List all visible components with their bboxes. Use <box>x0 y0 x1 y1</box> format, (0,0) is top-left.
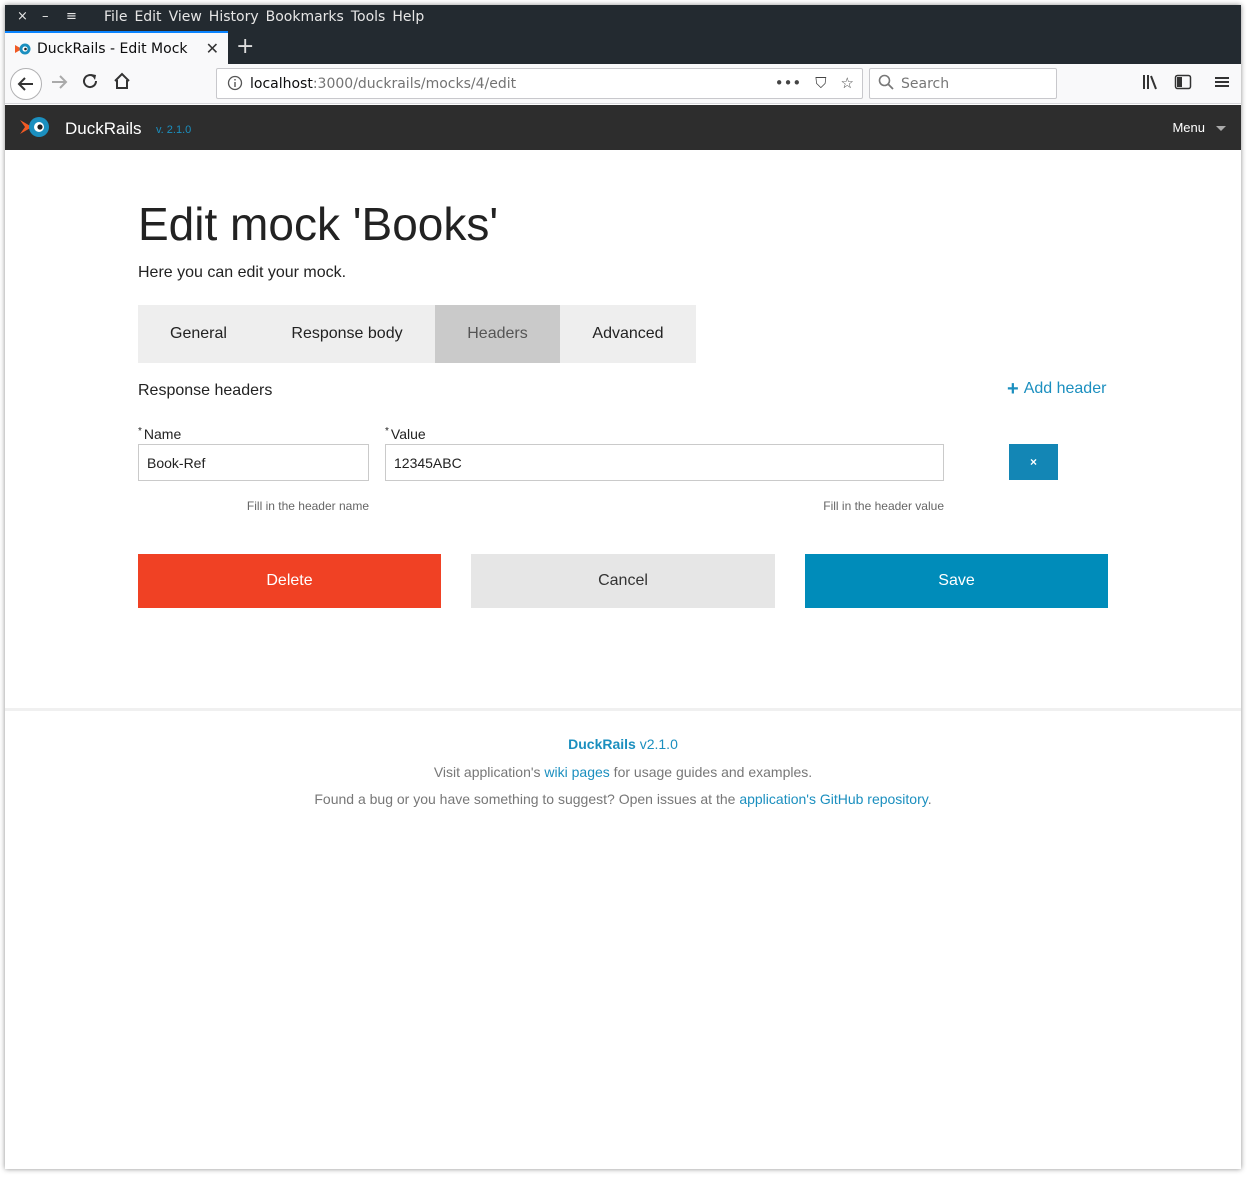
url-actions: ••• ⛉ ☆ <box>775 74 854 92</box>
header-name-help: Fill in the header name <box>246 499 369 513</box>
header-value-help: Fill in the header value <box>823 499 944 513</box>
menu-view[interactable]: View <box>169 9 202 25</box>
title-bar: × – ≡ File Edit View History Bookmarks T… <box>5 5 1241 31</box>
menu-tools[interactable]: Tools <box>351 9 386 25</box>
footer-wiki-line: Visit application's wiki pages for usage… <box>5 764 1241 780</box>
required-mark: * <box>138 426 142 437</box>
nav-toolbar: localhost:3000/duckrails/mocks/4/edit ••… <box>5 64 1241 104</box>
app-navbar: DuckRails v. 2.1.0 Menu <box>5 105 1241 150</box>
pocket-icon[interactable]: ⛉ <box>815 74 826 92</box>
delete-button[interactable]: Delete <box>138 554 441 608</box>
menu-history[interactable]: History <box>209 9 259 25</box>
caret-down-icon[interactable] <box>1216 126 1226 131</box>
app-version: v. 2.1.0 <box>156 124 192 136</box>
tab-strip: DuckRails - Edit Mock ✕ + <box>5 31 1241 64</box>
header-value-input[interactable] <box>385 444 944 481</box>
header-name-label: * Name <box>138 426 181 442</box>
save-button[interactable]: Save <box>805 554 1108 608</box>
tab-advanced[interactable]: Advanced <box>560 305 696 363</box>
search-input[interactable]: Search <box>901 76 949 92</box>
page-subtitle: Here you can edit your mock. <box>138 264 347 281</box>
tab-general[interactable]: General <box>138 305 259 363</box>
footer-github-line: Found a bug or you have something to sug… <box>5 791 1241 807</box>
add-header-label: Add header <box>1023 380 1107 397</box>
url-path: :3000/duckrails/mocks/4/edit <box>312 76 517 92</box>
menu-edit[interactable]: Edit <box>134 9 161 25</box>
footer-wiki-pre: Visit application's <box>433 764 545 780</box>
remove-header-button[interactable]: × <box>1009 444 1058 480</box>
mock-tabs: General Response body Headers Advanced <box>138 305 696 363</box>
app-name[interactable]: DuckRails <box>65 119 142 139</box>
footer-divider <box>5 708 1241 711</box>
duckrails-logo-icon[interactable] <box>20 114 50 140</box>
menu-bookmarks[interactable]: Bookmarks <box>266 9 344 25</box>
url-text: localhost:3000/duckrails/mocks/4/edit <box>250 76 516 92</box>
tab-title: DuckRails - Edit Mock <box>37 40 188 57</box>
page-actions-icon[interactable]: ••• <box>775 74 802 92</box>
reload-button[interactable] <box>81 72 99 95</box>
footer-version: v2.1.0 <box>639 736 678 752</box>
new-tab-button[interactable]: + <box>236 34 254 59</box>
browser-tab[interactable]: DuckRails - Edit Mock ✕ <box>5 31 228 64</box>
github-repository-link[interactable]: application's GitHub repository <box>739 791 927 807</box>
plus-icon: + <box>1007 378 1019 400</box>
maximize-window-icon[interactable]: ≡ <box>66 9 77 24</box>
footer-github-post: . <box>927 791 932 807</box>
hamburger-menu-icon[interactable] <box>1214 74 1230 94</box>
duckrails-favicon-icon <box>15 41 31 57</box>
url-host: localhost <box>250 76 313 92</box>
reload-icon <box>83 74 98 89</box>
footer-wiki-post: for usage guides and examples. <box>609 764 813 780</box>
header-value-label: * Value <box>385 426 426 442</box>
minimize-window-icon[interactable]: – <box>42 9 49 24</box>
header-name-input[interactable] <box>138 444 369 481</box>
response-headers-label: Response headers <box>138 382 273 399</box>
close-window-icon[interactable]: × <box>17 9 28 24</box>
cancel-button[interactable]: Cancel <box>471 554 775 608</box>
menu-bar: File Edit View History Bookmarks Tools H… <box>104 9 431 25</box>
footer-brand[interactable]: DuckRails <box>568 736 636 752</box>
page-title: Edit mock 'Books' <box>138 198 499 250</box>
tab-headers[interactable]: Headers <box>435 305 560 363</box>
menu-help[interactable]: Help <box>392 9 424 25</box>
back-button[interactable] <box>10 68 42 100</box>
tab-close-icon[interactable]: ✕ <box>206 39 219 58</box>
header-name-label-text: Name <box>143 426 182 442</box>
wiki-pages-link[interactable]: wiki pages <box>544 764 609 780</box>
arrow-right-icon <box>52 75 68 89</box>
header-value-label-text: Value <box>390 426 426 442</box>
add-header-button[interactable]: + Add header <box>1007 378 1107 400</box>
required-mark: * <box>385 426 389 437</box>
close-icon: × <box>1029 455 1037 469</box>
search-icon <box>878 74 894 94</box>
sidebar-icon[interactable] <box>1174 74 1192 94</box>
url-bar[interactable]: localhost:3000/duckrails/mocks/4/edit ••… <box>216 68 863 99</box>
browser-window: × – ≡ File Edit View History Bookmarks T… <box>5 5 1241 1169</box>
arrow-left-icon <box>17 77 33 91</box>
forward-button[interactable] <box>50 73 68 96</box>
site-info-icon[interactable] <box>227 75 243 95</box>
footer-brand-line: DuckRails v2.1.0 <box>5 736 1241 752</box>
menu-file[interactable]: File <box>104 9 127 25</box>
library-icon[interactable] <box>1142 74 1160 94</box>
home-icon <box>114 72 130 89</box>
footer-github-pre: Found a bug or you have something to sug… <box>314 791 740 807</box>
bookmark-star-icon[interactable]: ☆ <box>841 74 854 92</box>
home-button[interactable] <box>113 72 131 95</box>
search-bar[interactable]: Search <box>869 68 1057 99</box>
tab-response-body[interactable]: Response body <box>259 305 435 363</box>
app-menu-button[interactable]: Menu <box>1172 120 1205 135</box>
